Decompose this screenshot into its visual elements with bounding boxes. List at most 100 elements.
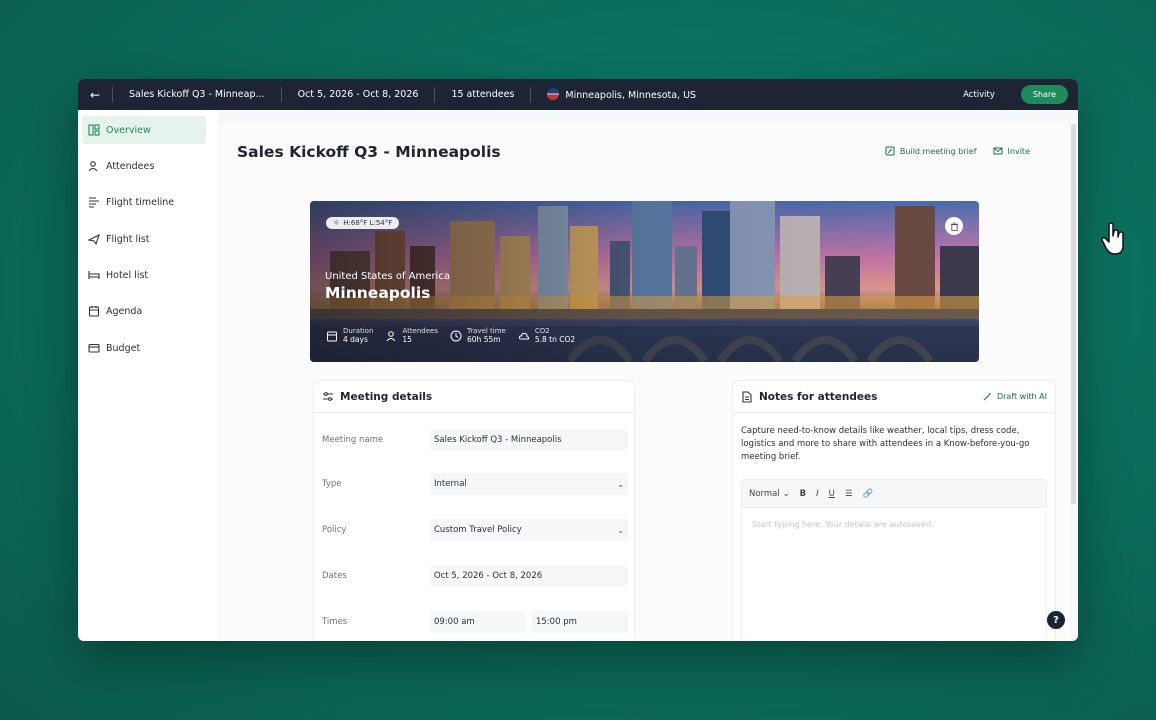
chevron-down-icon: ⌄ bbox=[617, 525, 624, 535]
build-meeting-brief-button[interactable]: Build meeting brief bbox=[885, 146, 977, 156]
stat-label: Duration bbox=[343, 327, 374, 335]
stat-label: Travel time bbox=[467, 327, 506, 335]
link-icon[interactable]: 🔗 bbox=[862, 489, 873, 499]
times-inputs: 09:00 am 15:00 pm bbox=[430, 611, 628, 633]
weather-text: H:68°F L:54°F bbox=[343, 219, 393, 227]
notes-title: Notes for attendees bbox=[759, 390, 878, 403]
format-value: Normal bbox=[749, 488, 780, 499]
bed-icon bbox=[88, 271, 100, 279]
sliders-icon bbox=[323, 391, 333, 401]
times-label: Times bbox=[322, 617, 348, 627]
underline-button[interactable]: U bbox=[829, 489, 835, 499]
dates-input[interactable]: Oct 5, 2026 - Oct 8, 2026 bbox=[430, 565, 628, 587]
sidebar-item-flight-list[interactable]: Flight list bbox=[82, 225, 206, 253]
policy-label: Policy bbox=[322, 525, 347, 535]
end-time-input[interactable]: 15:00 pm bbox=[532, 611, 628, 633]
event-location: Minneapolis, Minnesota, US bbox=[531, 88, 712, 101]
destination-hero: ☼ H:68°F L:54°F United States of America… bbox=[310, 201, 979, 362]
page-actions: Build meeting brief Invite bbox=[885, 146, 1030, 156]
sidebar-item-overview[interactable]: Overview bbox=[82, 116, 206, 144]
notes-text-area[interactable]: Start typing here. Your details are auto… bbox=[742, 508, 1046, 541]
mail-icon bbox=[993, 147, 1003, 155]
calendar-icon bbox=[327, 331, 337, 341]
top-bar: ← Sales Kickoff Q3 - Minneap... Oct 5, 2… bbox=[78, 79, 1078, 110]
stat-value: 60h 55m bbox=[467, 335, 501, 344]
main-content: Sales Kickoff Q3 - Minneapolis Build mee… bbox=[218, 110, 1078, 641]
trip-stats: Duration 4 days Attendees 15 Travel time 60… bbox=[326, 327, 575, 344]
meeting-details-card: Meeting details Meeting name Sales Kicko… bbox=[313, 380, 635, 641]
bold-button[interactable]: B bbox=[800, 489, 806, 499]
sidebar-item-flight-timeline[interactable]: Flight timeline bbox=[82, 188, 206, 216]
stat-co2: CO2 5.8 tn CO2 bbox=[518, 327, 575, 344]
notes-header: Notes for attendees Draft with AI bbox=[733, 381, 1055, 413]
stat-label: CO2 bbox=[534, 327, 550, 335]
dates-row: Dates Oct 5, 2026 - Oct 8, 2026 bbox=[322, 565, 628, 587]
policy-value: Custom Travel Policy bbox=[434, 525, 522, 535]
invite-button[interactable]: Invite bbox=[993, 146, 1030, 156]
flight-timeline-icon bbox=[89, 197, 99, 208]
attendees-icon bbox=[88, 161, 98, 172]
draft-with-ai-label: Draft with AI bbox=[996, 392, 1047, 401]
share-button[interactable]: Share bbox=[1020, 85, 1068, 104]
overview-icon bbox=[88, 124, 100, 136]
meeting-details-title: Meeting details bbox=[340, 390, 433, 403]
page-title: Sales Kickoff Q3 - Minneapolis bbox=[237, 143, 501, 161]
notes-editor: Normal ⌄ B I U ☰ 🔗 Start typing here. Yo… bbox=[741, 479, 1047, 641]
dates-value: Oct 5, 2026 - Oct 8, 2026 bbox=[434, 571, 543, 581]
meeting-name-label: Meeting name bbox=[322, 435, 384, 445]
sidebar-item-budget[interactable]: Budget bbox=[82, 334, 206, 362]
sidebar-item-label: Agenda bbox=[106, 305, 143, 317]
dates-label: Dates bbox=[322, 571, 347, 581]
stat-label: Attendees bbox=[402, 327, 439, 335]
editor-toolbar: Normal ⌄ B I U ☰ 🔗 bbox=[742, 480, 1046, 508]
activity-button[interactable]: Activity bbox=[963, 90, 995, 100]
app-window: ← Sales Kickoff Q3 - Minneap... Oct 5, 2… bbox=[78, 79, 1078, 641]
trash-icon bbox=[950, 221, 958, 231]
meeting-details-header: Meeting details bbox=[314, 381, 634, 413]
delete-image-button[interactable] bbox=[945, 217, 963, 235]
times-row: Times 09:00 am 15:00 pm bbox=[322, 611, 628, 633]
draft-with-ai-button[interactable]: Draft with AI bbox=[983, 392, 1047, 401]
sidebar-item-agenda[interactable]: Agenda bbox=[82, 297, 206, 325]
invite-label: Invite bbox=[1007, 146, 1030, 156]
scrollbar[interactable] bbox=[1071, 124, 1076, 504]
calendar-icon bbox=[88, 306, 100, 317]
italic-button[interactable]: I bbox=[816, 489, 819, 499]
help-button[interactable]: ? bbox=[1047, 611, 1065, 629]
type-label: Type bbox=[322, 479, 342, 489]
sidebar-item-attendees[interactable]: Attendees bbox=[82, 152, 206, 180]
stat-value: 4 days bbox=[343, 335, 368, 344]
clock-icon bbox=[450, 330, 462, 341]
edit-icon bbox=[885, 146, 895, 156]
notes-description: Capture need-to-know details like weathe… bbox=[741, 426, 1030, 462]
sidebar-item-label: Attendees bbox=[106, 160, 155, 172]
sidebar: Overview Attendees Flight timeline Fligh… bbox=[78, 110, 218, 641]
policy-select[interactable]: Custom Travel Policy ⌄ bbox=[430, 519, 628, 541]
meeting-name-value: Sales Kickoff Q3 - Minneapolis bbox=[434, 435, 562, 445]
type-select[interactable]: Internal ⌄ bbox=[430, 473, 628, 495]
start-time-input[interactable]: 09:00 am bbox=[430, 611, 526, 633]
cloud-icon bbox=[518, 332, 529, 339]
document-icon bbox=[742, 390, 752, 403]
back-arrow-icon[interactable]: ← bbox=[78, 88, 112, 102]
type-value: Internal bbox=[434, 479, 467, 489]
sidebar-item-label: Overview bbox=[106, 124, 151, 136]
sun-icon: ☼ bbox=[333, 219, 340, 227]
sidebar-item-hotel-list[interactable]: Hotel list bbox=[82, 261, 206, 289]
hand-cursor-icon bbox=[1101, 222, 1124, 255]
stat-attendees: Attendees 15 bbox=[385, 327, 438, 344]
format-select[interactable]: Normal ⌄ bbox=[749, 489, 790, 499]
policy-row: Policy Custom Travel Policy ⌄ bbox=[322, 519, 628, 541]
sidebar-item-label: Budget bbox=[106, 342, 141, 354]
plane-icon bbox=[88, 233, 100, 245]
list-icon[interactable]: ☰ bbox=[845, 489, 853, 499]
attendee-count: 15 attendees bbox=[451, 89, 515, 100]
hero-city: Minneapolis bbox=[325, 284, 431, 302]
sidebar-item-label: Flight timeline bbox=[106, 196, 175, 208]
person-icon bbox=[387, 330, 396, 341]
sidebar-item-label: Flight list bbox=[106, 233, 150, 245]
meeting-name-input[interactable]: Sales Kickoff Q3 - Minneapolis bbox=[430, 429, 628, 451]
meeting-name-row: Meeting name Sales Kickoff Q3 - Minneapo… bbox=[322, 429, 628, 451]
type-row: Type Internal ⌄ bbox=[322, 473, 628, 495]
weather-badge: ☼ H:68°F L:54°F bbox=[326, 217, 400, 229]
